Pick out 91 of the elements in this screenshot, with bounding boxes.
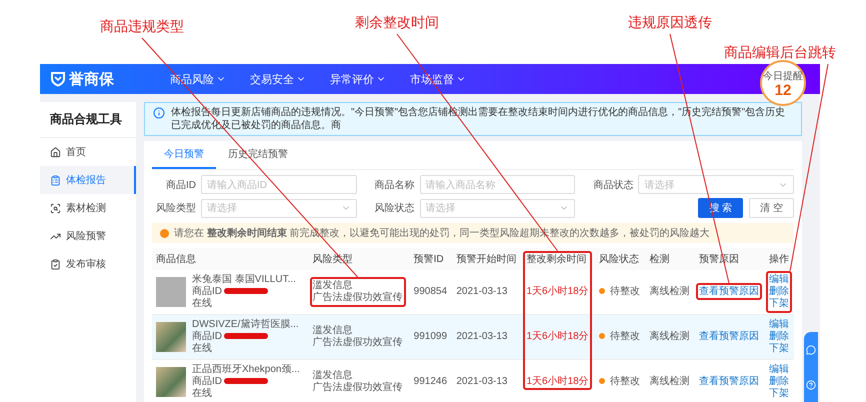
table-cell: 2021-03-13 (452, 360, 522, 402)
column-header: 检测 (645, 248, 695, 270)
action-link[interactable]: 删除 (769, 331, 790, 343)
risk-type-text: 滥发信息 (312, 370, 354, 382)
sidebar-item[interactable]: 首页 (40, 138, 136, 166)
table-cell: 990854 (410, 270, 452, 314)
risk-state: 待整改 (610, 376, 640, 387)
filter-label: 风险状态 (374, 202, 415, 215)
action-link[interactable]: 删除 (769, 286, 790, 298)
table-cell: 2021-03-13 (452, 270, 522, 314)
remaining-time: 1天6小时18分 (526, 331, 589, 342)
column-header: 商品信息 (152, 248, 309, 270)
product-title: DWSIVZE/黛诗哲医膜... (192, 319, 299, 330)
annotation-label: 商品编辑后台跳转 (724, 44, 836, 62)
table-cell: 2021-03-13 (452, 314, 522, 360)
table-cell: 991246 (410, 360, 452, 402)
action-link[interactable]: 编辑 (769, 364, 790, 376)
table-cell: 离线检测 (645, 270, 695, 314)
product-id-label: 商品ID (192, 331, 222, 342)
action-link[interactable]: 下架 (769, 388, 790, 400)
photo-placeholder (156, 367, 186, 397)
nav-menu-item[interactable]: 异常评价 (330, 72, 386, 86)
filter-label: 商品名称 (374, 178, 415, 192)
clipboard-check-icon (50, 258, 61, 270)
action-link[interactable]: 删除 (769, 376, 790, 388)
image-placeholder (156, 277, 186, 307)
status-dot (598, 333, 605, 339)
action-link[interactable]: 下架 (769, 298, 790, 310)
shield-logo-icon (50, 71, 66, 87)
view-reason-link[interactable]: 查看预警原因 (698, 331, 759, 342)
risk-type-text: 广告法虚假功效宣传 (312, 382, 403, 394)
info-icon (153, 107, 165, 119)
view-reason-link[interactable]: 查看预警原因 (698, 376, 759, 387)
help-icon[interactable] (806, 380, 816, 390)
product-status: 在线 (192, 388, 213, 400)
column-header: 风险状态 (594, 248, 646, 270)
risk-state: 待整改 (610, 331, 640, 342)
table-cell: 离线检测 (645, 360, 695, 402)
sidebar-title: 商品合规工具 (40, 102, 136, 138)
product-status: 在线 (192, 343, 213, 355)
redaction-mark (224, 288, 268, 294)
nav-menu-item[interactable]: 交易安全 (250, 72, 306, 86)
risk-state: 待整改 (610, 286, 640, 297)
column-header: 预警ID (410, 248, 452, 270)
filter-label: 风险类型 (155, 202, 196, 215)
status-dot (598, 288, 605, 294)
redaction-mark (224, 378, 268, 384)
annotation-label: 剩余整改时间 (355, 14, 439, 32)
sidebar-item[interactable]: 风险预警 (40, 222, 136, 250)
risk-type-text: 滥发信息 (312, 325, 354, 336)
risk-type-text: 广告法虚假功效宣传 (312, 292, 403, 304)
table-cell: 离线检测 (645, 314, 695, 360)
table-cell: 991099 (410, 314, 452, 360)
action-link[interactable]: 编辑 (769, 274, 790, 286)
clear-button[interactable]: 清 空 (749, 198, 794, 218)
remaining-time: 1天6小时18分 (526, 286, 589, 297)
product-id-label: 商品ID (192, 286, 222, 297)
product-title: 米兔泰国 泰国VILLUT... (192, 274, 296, 286)
remaining-time: 1天6小时18分 (526, 376, 589, 387)
warning-icon (160, 228, 169, 238)
highlight-frame (696, 283, 762, 300)
action-link[interactable]: 下架 (769, 343, 790, 355)
filter-label: 商品状态 (592, 178, 634, 192)
app-logo-text: 誉商保 (69, 70, 114, 88)
magnifier-icon (50, 202, 61, 214)
product-status: 在线 (192, 298, 213, 310)
sidebar-item[interactable]: 体检报告 (40, 166, 136, 194)
annotation-label: 商品违规类型 (100, 18, 184, 36)
reminder-badge[interactable]: 今日提醒 12 (760, 60, 806, 106)
highlight-frame (766, 271, 792, 313)
redaction-mark (224, 333, 268, 340)
action-link[interactable]: 编辑 (769, 319, 790, 331)
sidebar-item[interactable]: 素材检测 (40, 194, 136, 222)
photo-placeholder (156, 322, 186, 352)
column-header: 预警开始时间 (452, 248, 522, 270)
product-title: 正品西班牙Xhekpon颈... (192, 364, 300, 376)
status-dot (598, 378, 605, 384)
nav-menu-item[interactable]: 市场监督 (410, 72, 466, 86)
annotation-label: 违规原因透传 (628, 14, 712, 32)
risk-type-text: 广告法虚假功效宣传 (312, 337, 403, 349)
floating-toolbar[interactable] (804, 332, 818, 402)
sidebar-item[interactable]: 发布审核 (40, 250, 136, 278)
filter-label: 商品ID (165, 178, 196, 192)
risk-type-text: 滥发信息 (312, 280, 354, 292)
product-id-label: 商品ID (192, 376, 222, 387)
clipboard-icon (50, 174, 61, 186)
chat-icon[interactable] (806, 344, 816, 354)
column-header: 操作 (765, 248, 794, 270)
home-icon (50, 146, 61, 158)
view-reason-link[interactable]: 查看预警原因 (698, 286, 759, 297)
tab[interactable]: 今日预警 (152, 141, 216, 169)
